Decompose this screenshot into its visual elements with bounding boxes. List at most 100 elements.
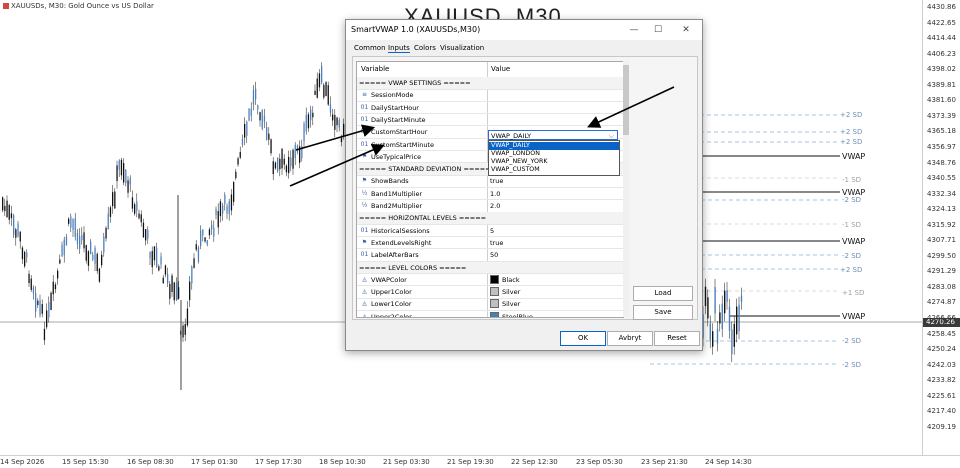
vwap-level-label: VWAP [842, 312, 866, 321]
candle-body [151, 251, 153, 268]
candle-body [70, 216, 72, 228]
grid-row[interactable]: 01 HistoricalSessions 5 [357, 225, 623, 238]
candle-body [248, 108, 250, 121]
grid-row[interactable]: 01 LabelAfterBars 50 [357, 249, 623, 262]
session-mode-dropdown[interactable]: VWAP_DAILY VWAP_LONDON VWAP_NEW_YORK VWAP_C… [488, 140, 620, 176]
candle-body [228, 201, 230, 215]
color-swatch[interactable] [490, 287, 499, 297]
sd-band-label: -1 SD [842, 221, 862, 229]
save-button[interactable]: Save [633, 305, 693, 320]
candle-body [76, 232, 79, 244]
session-mode-select[interactable]: VWAP_DAILY ⌵ [488, 130, 618, 140]
candle-body [290, 157, 292, 167]
row-value[interactable]: 50 [490, 251, 498, 259]
candle-body [261, 109, 263, 129]
time-tick-label: 17 Sep 01:30 [191, 458, 238, 466]
dropdown-option[interactable]: VWAP_NEW_YORK [489, 158, 619, 166]
price-tick-label: 4225.61 [927, 391, 956, 400]
candle-body [28, 273, 30, 284]
price-tick-label: 4373.39 [927, 111, 956, 120]
close-button[interactable]: ✕ [675, 22, 697, 38]
dialog-titlebar[interactable]: SmartVWAP 1.0 (XAUUSDs,M30) — ☐ ✕ [346, 20, 702, 40]
cancel-button[interactable]: Avbryt [607, 331, 653, 346]
grid-row[interactable]: ◬ Upper1Color Silver [357, 286, 623, 299]
reset-button[interactable]: Reset [654, 331, 700, 346]
row-value[interactable]: 2.0 [490, 202, 500, 210]
row-value[interactable]: 1.0 [490, 190, 500, 198]
row-value[interactable]: Black [490, 274, 520, 284]
candle-body [147, 229, 149, 239]
candle-body [321, 66, 323, 83]
grid-row[interactable]: 01 DailyStartHour [357, 102, 623, 115]
color-type-icon: ◬ [362, 300, 367, 308]
row-value-text: Silver [502, 288, 521, 297]
maximize-button[interactable]: ☐ [647, 22, 669, 38]
candle-body [32, 287, 35, 294]
row-variable-name: Lower1Color [371, 300, 412, 309]
scrollbar-thumb[interactable] [623, 65, 629, 135]
candle-body [206, 240, 208, 245]
dropdown-option[interactable]: VWAP_DAILY [489, 142, 619, 150]
time-axis[interactable]: 14 Sep 2026 15 Sep 15:30 16 Sep 08:30 17 Se… [0, 455, 960, 468]
candle-body [39, 300, 41, 316]
grid-row[interactable]: ◬ Lower1Color Silver [357, 298, 623, 311]
symbol-marker-icon [3, 3, 9, 9]
candle-body [101, 254, 103, 266]
grid-row[interactable]: ◬ Upper2Color SteelBlue [357, 311, 623, 317]
candle-body [134, 204, 136, 214]
row-value[interactable]: Silver [490, 287, 521, 297]
candle-body [96, 253, 98, 272]
indicator-properties-dialog[interactable]: SmartVWAP 1.0 (XAUUSDs,M30) — ☐ ✕ Common… [345, 19, 703, 351]
candle-body [712, 331, 714, 347]
candle-body [332, 114, 334, 121]
vwap-level-label: VWAP [842, 237, 866, 246]
col-value-header[interactable]: Value [491, 65, 510, 73]
grid-row[interactable]: ⚑ ExtendLevelsRight true [357, 237, 623, 250]
inputs-panel: Variable Value ===== VWAP SETTINGS =====… [352, 56, 698, 320]
price-scale[interactable]: 4270.26 4430.86 4422.65 4414.44 4406.23 4398… [922, 0, 960, 455]
tab-colors[interactable]: Colors [414, 44, 436, 52]
grid-row[interactable]: ⚑ ShowBands true [357, 175, 623, 188]
row-value[interactable]: true [490, 177, 503, 185]
candle-body [211, 224, 213, 230]
candle-body [162, 277, 164, 284]
tab-inputs[interactable]: Inputs [388, 44, 410, 53]
sd-band-label: -2 SD [842, 196, 862, 204]
grid-row[interactable]: ◬ VWAPColor Black [357, 274, 623, 287]
row-value[interactable]: 5 [490, 227, 494, 235]
grid-row[interactable]: ½ Band2Multiplier 2.0 [357, 200, 623, 213]
color-swatch[interactable] [490, 299, 499, 309]
row-value[interactable]: true [490, 239, 503, 247]
inputs-grid[interactable]: Variable Value ===== VWAP SETTINGS =====… [356, 61, 624, 318]
row-value[interactable]: SteelBlue [490, 311, 533, 317]
col-variable-header[interactable]: Variable [361, 65, 389, 73]
sd-band-label: -2 SD [842, 337, 862, 345]
candle-body [6, 200, 8, 218]
candle-body [224, 194, 226, 204]
price-tick-label: 4299.50 [927, 251, 956, 260]
dropdown-option[interactable]: VWAP_CUSTOM [489, 166, 619, 174]
dropdown-option[interactable]: VWAP_LONDON [489, 150, 619, 158]
candle-body [305, 114, 307, 132]
candle-body [123, 163, 125, 183]
load-button[interactable]: Load [633, 286, 693, 301]
color-swatch[interactable] [490, 311, 499, 317]
candle-body [202, 229, 204, 236]
grid-row[interactable]: ½ Band1Multiplier 1.0 [357, 188, 623, 201]
candle-body [307, 114, 310, 129]
minimize-button[interactable]: — [623, 22, 645, 38]
row-value[interactable]: Silver [490, 299, 520, 309]
tab-visualization[interactable]: Visualization [440, 44, 484, 52]
time-tick-label: 15 Sep 15:30 [62, 458, 109, 466]
price-tick-label: 4315.92 [927, 220, 956, 229]
grid-scrollbar[interactable] [623, 61, 629, 317]
ok-button[interactable]: OK [560, 331, 606, 346]
tab-common[interactable]: Common [354, 44, 386, 52]
price-tick-label: 4365.18 [927, 127, 956, 136]
grid-row[interactable]: 01 DailyStartMinute [357, 114, 623, 127]
candle-body [125, 170, 127, 184]
color-swatch[interactable] [490, 274, 499, 284]
price-tick-label: 4274.87 [927, 298, 956, 307]
time-tick-label: 17 Sep 17:30 [255, 458, 302, 466]
grid-row[interactable]: ≡ SessionMode [357, 89, 623, 102]
